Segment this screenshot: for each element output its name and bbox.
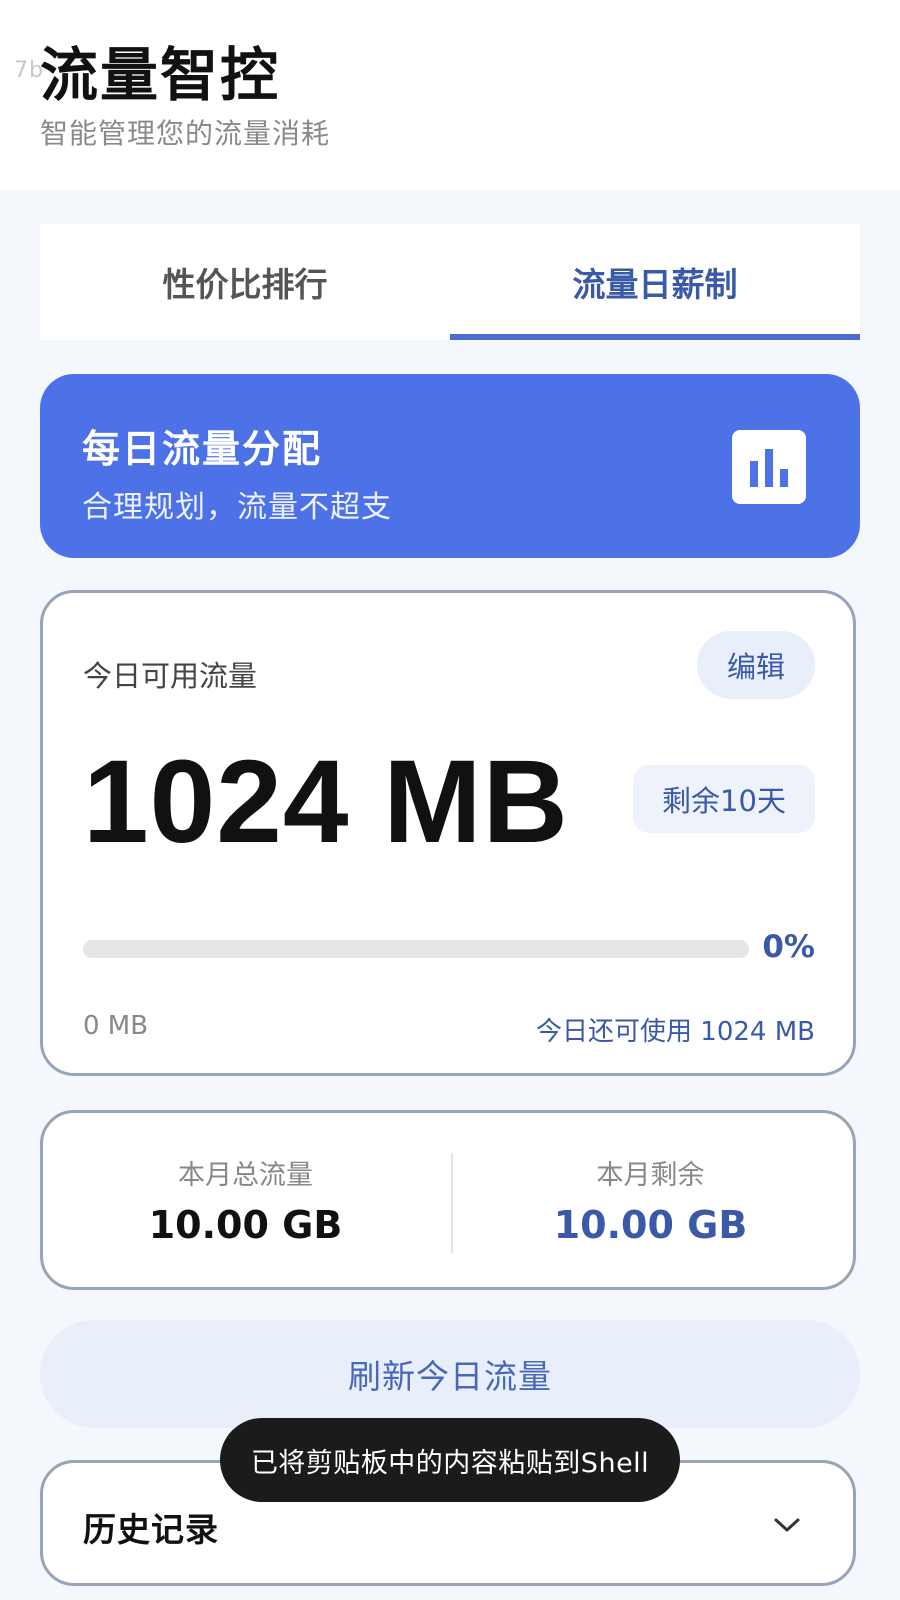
tab-value-ranking[interactable]: 性价比排行 (40, 224, 450, 340)
used-amount: 0 MB (83, 1011, 149, 1041)
tab-daily-allowance[interactable]: 流量日薪制 (450, 224, 860, 340)
app-header: 7b 流量智控 智能管理您的流量消耗 (0, 0, 900, 190)
bar-chart-icon (732, 430, 806, 504)
app-subtitle: 智能管理您的流量消耗 (40, 117, 331, 150)
daily-quota-label: 今日可用流量 (83, 659, 258, 693)
daily-quota-value: 1024 MB (83, 736, 569, 868)
monthly-remaining: 本月剩余 10.00 GB (448, 1113, 853, 1287)
remaining-today: 今日还可使用 1024 MB (536, 1017, 815, 1047)
app-title: 流量智控 (40, 41, 281, 109)
chevron-down-icon[interactable] (767, 1505, 807, 1545)
edit-button[interactable]: 编辑 (697, 631, 815, 699)
banner-subtitle: 合理规划，流量不超支 (82, 490, 392, 525)
tab-bar: 性价比排行 流量日薪制 (40, 224, 860, 340)
usage-progress-bar (83, 940, 749, 958)
monthly-remaining-value: 10.00 GB (553, 1203, 748, 1247)
monthly-stats-card: 本月总流量 10.00 GB 本月剩余 10.00 GB (40, 1110, 856, 1290)
monthly-total: 本月总流量 10.00 GB (43, 1113, 448, 1287)
daily-quota-card: 今日可用流量 编辑 1024 MB 剩余10天 0% 0 MB 今日还可使用 1… (40, 590, 856, 1076)
days-left-badge: 剩余10天 (633, 765, 815, 833)
history-label: 历史记录 (83, 1510, 219, 1549)
refresh-today-button[interactable]: 刷新今日流量 (40, 1320, 860, 1428)
monthly-total-value: 10.00 GB (148, 1203, 343, 1247)
toast-message: 已将剪贴板中的内容粘贴到Shell (220, 1418, 680, 1502)
monthly-remaining-label: 本月剩余 (596, 1160, 705, 1191)
banner-title: 每日流量分配 (82, 427, 323, 471)
monthly-total-label: 本月总流量 (178, 1160, 313, 1191)
daily-allocation-banner: 每日流量分配 合理规划，流量不超支 (40, 374, 860, 558)
usage-percent: 0% (762, 929, 815, 965)
